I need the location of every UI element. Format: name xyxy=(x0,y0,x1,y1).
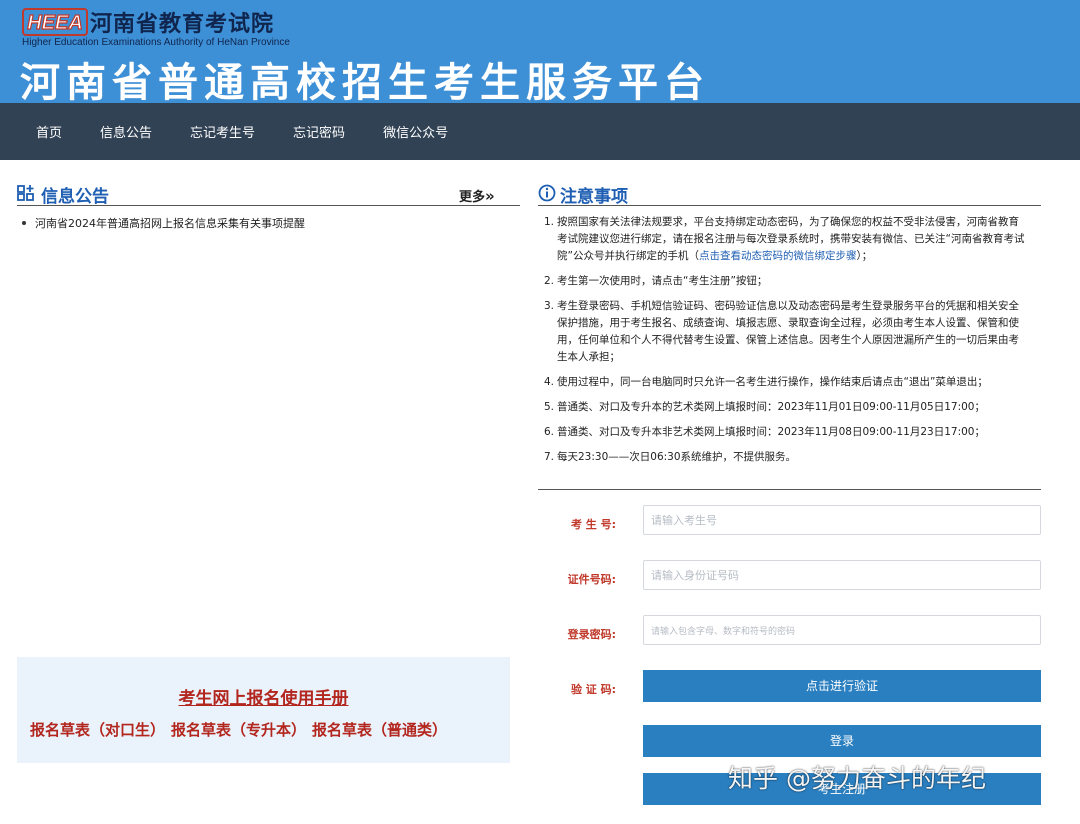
platform-title: 河南省普通高校招生考生服务平台 xyxy=(20,60,710,106)
news-item-title: 河南省2024年普通高招网上报名信息采集有关事项提醒 xyxy=(35,217,305,230)
draft-links: 报名草表（对口生） 报名草表（专升本） 报名草表（普通类） xyxy=(30,719,453,740)
id-no-input[interactable] xyxy=(643,560,1041,590)
notice-item: 7. 每天23:30——次日06:30系统维护，不提供服务。 xyxy=(544,449,1028,466)
notice-num: 1. xyxy=(544,216,555,228)
announcements-header: 信息公告 xyxy=(17,182,109,207)
heea-logo[interactable]: HEEA xyxy=(22,8,88,36)
notice-item: 6. 普通类、对口及专升本非艺术类网上填报时间：2023年11月08日09:00… xyxy=(544,424,1028,441)
notice-text: 使用过程中，同一台电脑同时只允许一名考生进行操作，操作结束后请点击“退出”菜单退… xyxy=(557,376,988,388)
verify-button[interactable]: 点击进行验证 xyxy=(643,670,1041,702)
notice-divider-bottom xyxy=(538,489,1041,490)
candidate-no-input[interactable] xyxy=(643,505,1041,535)
nav-item-forgot-password[interactable]: 忘记密码 xyxy=(274,122,364,141)
candidate-no-label: 考 生 号: xyxy=(570,518,616,531)
notice-item: 4. 使用过程中，同一台电脑同时只允许一名考生进行操作，操作结束后请点击“退出”… xyxy=(544,374,1028,391)
notice-text: 按照国家有关法律法规要求，平台支持绑定动态密码，为了确保您的权益不受非法侵害，河… xyxy=(557,216,1025,262)
id-no-label: 证件号码: xyxy=(567,573,616,586)
announcements-title: 信息公告 xyxy=(41,187,109,207)
notice-item: 3. 考生登录密码、手机短信验证码、密码验证信息以及动态密码是考生登录服务平台的… xyxy=(544,298,1028,366)
nav-item-wechat[interactable]: 微信公众号 xyxy=(364,122,467,141)
site-header: HEEA 河南省教育考试院 Higher Education Examinati… xyxy=(0,0,1080,106)
notice-num: 7. xyxy=(544,451,555,463)
draft-link-general[interactable]: 报名草表（普通类） xyxy=(312,719,447,740)
password-input[interactable] xyxy=(643,615,1041,645)
notice-text: 每天23:30——次日06:30系统维护，不提供服务。 xyxy=(557,451,797,463)
login-button[interactable]: 登录 xyxy=(643,725,1041,757)
manual-box: 考生网上报名使用手册 报名草表（对口生） 报名草表（专升本） 报名草表（普通类） xyxy=(17,657,510,763)
notice-item: 5. 普通类、对口及专升本的艺术类网上填报时间：2023年11月01日09:00… xyxy=(544,399,1028,416)
more-label: 更多 xyxy=(459,190,486,205)
bullet-icon xyxy=(22,221,26,225)
wechat-bind-steps-link[interactable]: 点击查看动态密码的微信绑定步骤 xyxy=(699,250,857,262)
notice-num: 2. xyxy=(544,275,555,287)
notice-num: 5. xyxy=(544,401,555,413)
double-chevron-right-icon: » xyxy=(485,187,495,205)
notice-item: 2. 考生第一次使用时，请点击“考生注册”按钮； xyxy=(544,273,1028,290)
notice-list: 1. 按照国家有关法律法规要求，平台支持绑定动态密码，为了确保您的权益不受非法侵… xyxy=(544,214,1028,474)
heea-logo-icon: HEEA xyxy=(22,8,88,36)
org-name-en: Higher Education Examinations Authority … xyxy=(22,37,290,48)
password-label: 登录密码: xyxy=(567,628,616,641)
draft-link-upgrade[interactable]: 报名草表（专升本） xyxy=(171,719,306,740)
org-logo-row: HEEA 河南省教育考试院 xyxy=(22,6,274,38)
notice-num: 4. xyxy=(544,376,555,388)
news-item[interactable]: 河南省2024年普通高招网上报名信息采集有关事项提醒 xyxy=(22,215,305,231)
register-button[interactable]: 考生注册 xyxy=(643,773,1041,805)
notice-num: 6. xyxy=(544,426,555,438)
svg-text:HEEA: HEEA xyxy=(27,12,83,34)
announcements-divider xyxy=(17,205,520,206)
notice-item: 1. 按照国家有关法律法规要求，平台支持绑定动态密码，为了确保您的权益不受非法侵… xyxy=(544,214,1028,265)
captcha-label: 验 证 码: xyxy=(570,683,616,696)
notice-num: 3. xyxy=(544,300,555,312)
info-circle-icon xyxy=(538,184,556,206)
more-link[interactable]: 更多» xyxy=(459,186,495,205)
notice-header: 注意事项 xyxy=(538,182,628,207)
notice-text: 普通类、对口及专升本的艺术类网上填报时间：2023年11月01日09:00-11… xyxy=(557,401,985,413)
notice-text: 普通类、对口及专升本非艺术类网上填报时间：2023年11月08日09:00-11… xyxy=(557,426,985,438)
nav-item-home[interactable]: 首页 xyxy=(17,122,81,141)
nav-item-announcements[interactable]: 信息公告 xyxy=(81,122,171,141)
main-nav: 首页 信息公告 忘记考生号 忘记密码 微信公众号 xyxy=(0,103,1080,160)
notice-divider-top xyxy=(538,205,1041,206)
notice-text: 考生第一次使用时，请点击“考生注册”按钮； xyxy=(557,275,768,287)
grid-icon xyxy=(17,184,37,206)
nav-item-forgot-candidate-no[interactable]: 忘记考生号 xyxy=(171,122,274,141)
manual-link[interactable]: 考生网上报名使用手册 xyxy=(17,684,510,709)
notice-title: 注意事项 xyxy=(560,187,628,207)
draft-link-vocational[interactable]: 报名草表（对口生） xyxy=(30,719,165,740)
notice-text: 考生登录密码、手机短信验证码、密码验证信息以及动态密码是考生登录服务平台的凭据和… xyxy=(557,300,1019,363)
org-name-cn: 河南省教育考试院 xyxy=(90,12,275,37)
